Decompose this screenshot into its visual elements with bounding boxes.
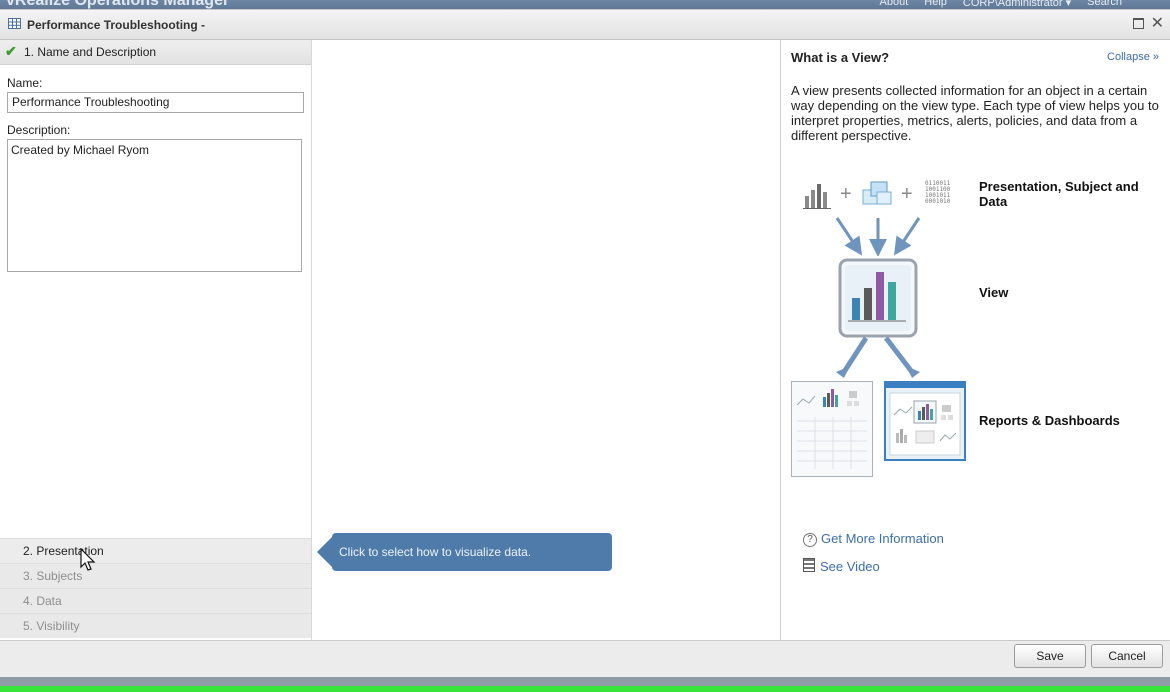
save-button[interactable]: Save <box>1014 644 1086 668</box>
diagram-label-reports: Reports & Dashboards <box>979 413 1120 428</box>
binary-data-icon: 0110011 1001100 1001011 0001010 <box>925 180 951 205</box>
plus-icon: + <box>840 183 852 205</box>
diagram-label-view: View <box>979 285 1009 300</box>
name-label: Name: <box>7 76 43 90</box>
get-more-label: Get More Information <box>821 531 944 546</box>
header-links: About Help CORP\Administrator ▾ Search <box>880 0 1122 9</box>
view-icon <box>838 258 918 338</box>
step-subjects[interactable]: 3. Subjects <box>0 563 311 588</box>
report-icon <box>791 381 873 477</box>
step-visibility[interactable]: 5. Visibility <box>0 613 311 638</box>
wizard-left-pane: ✔ 1. Name and Description Name: Performa… <box>0 40 312 640</box>
diagram-label-inputs: Presentation, Subject and Data <box>979 179 1139 209</box>
close-icon[interactable]: ✕ <box>1151 13 1164 33</box>
taskbar-strip <box>0 686 1170 692</box>
step-label: 3. Subjects <box>23 569 83 583</box>
get-more-information-link[interactable]: ? Get More Information <box>803 531 944 547</box>
dashboard-icon <box>884 381 966 461</box>
wizard-content-area: Click to select how to visualize data. <box>312 40 780 640</box>
see-video-label: See Video <box>820 559 880 574</box>
name-field[interactable]: Performance Troubleshooting <box>7 92 304 113</box>
collapse-link[interactable]: Collapse » <box>1107 51 1159 63</box>
see-video-link[interactable]: See Video <box>803 558 880 574</box>
dialog-title: Performance Troubleshooting - <box>27 18 206 32</box>
app-header: vRealize Operations Manager About Help C… <box>0 0 1170 9</box>
mouse-cursor-icon <box>80 548 96 571</box>
arrows-split-icon <box>836 336 920 378</box>
page-backdrop <box>0 677 1170 686</box>
description-label: Description: <box>7 123 71 137</box>
objects-icon <box>862 181 892 205</box>
step-name-description[interactable]: ✔ 1. Name and Description <box>0 40 311 65</box>
cancel-button[interactable]: Cancel <box>1091 644 1163 668</box>
help-link[interactable]: Help <box>924 0 947 9</box>
step-label: 5. Visibility <box>23 619 80 633</box>
user-menu[interactable]: CORP\Administrator ▾ <box>963 0 1071 9</box>
search-input[interactable]: Search <box>1087 0 1122 9</box>
arrows-down-icon <box>835 217 921 256</box>
help-pane: What is a View? Collapse » A view presen… <box>780 40 1170 640</box>
table-icon <box>8 18 21 29</box>
help-description: A view presents collected information fo… <box>791 83 1159 143</box>
dialog-footer: Save Cancel <box>0 640 1170 678</box>
help-icon: ? <box>803 533 817 547</box>
checkmark-icon: ✔ <box>5 43 17 59</box>
wizard-steps: 2. Presentation 3. Subjects 4. Data 5. V… <box>0 538 311 638</box>
maximize-icon[interactable] <box>1133 18 1144 29</box>
bar-chart-icon <box>803 184 831 209</box>
dialog-titlebar: Performance Troubleshooting - ✕ <box>0 10 1170 40</box>
description-field[interactable]: Created by Michael Ryom <box>7 139 302 272</box>
hint-tooltip: Click to select how to visualize data. <box>317 533 612 571</box>
step-data[interactable]: 4. Data <box>0 588 311 613</box>
about-link[interactable]: About <box>880 0 909 9</box>
step-label: 1. Name and Description <box>24 45 157 59</box>
film-icon <box>803 558 815 572</box>
step-presentation[interactable]: 2. Presentation <box>0 538 311 563</box>
app-title: vRealize Operations Manager <box>6 0 230 9</box>
help-title: What is a View? <box>791 50 890 65</box>
view-wizard-dialog: Performance Troubleshooting - ✕ ✔ 1. Nam… <box>0 9 1170 687</box>
step-label: 4. Data <box>23 594 62 608</box>
tooltip-text: Click to select how to visualize data. <box>339 545 532 559</box>
plus-icon: + <box>901 183 913 205</box>
